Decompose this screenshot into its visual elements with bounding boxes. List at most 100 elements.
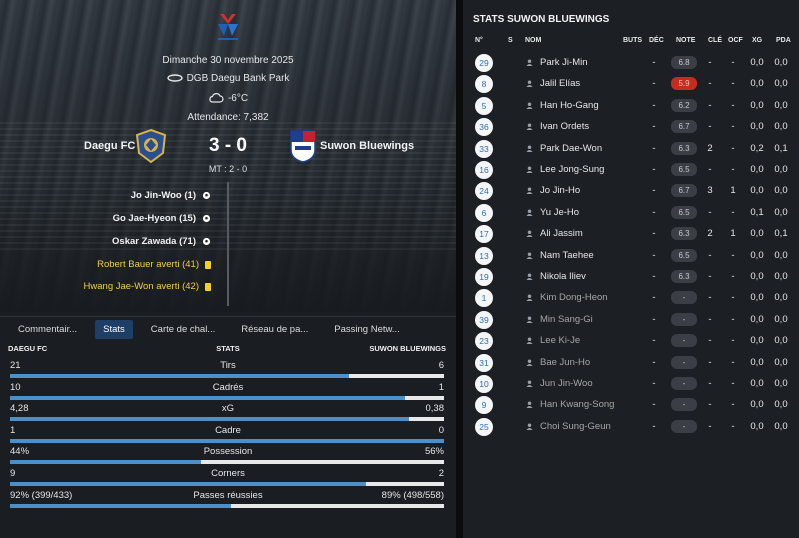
tab-item[interactable]: Réseau de pa... — [233, 320, 316, 339]
player-cle: - — [708, 420, 712, 432]
column-header[interactable]: OCF — [728, 37, 743, 44]
player-row[interactable]: 1 Kim Dong-Heon - - -0,0 0,0- — [463, 287, 799, 308]
player-row[interactable]: 6 Yu Je-Ho - - - 0,1 0,0 6.5 — [463, 202, 799, 223]
player-silhouette-icon — [526, 423, 533, 430]
player-cle: - — [708, 57, 712, 68]
player-dec: - — [652, 313, 656, 325]
player-row[interactable]: 25 Choi Sung-Geun - - -0,0 0,0- — [463, 416, 799, 437]
player-dec: - — [652, 420, 656, 432]
player-name[interactable]: Jalil Elías — [540, 78, 580, 89]
player-row[interactable]: 13 Nam Taehee - - - 0,0 0,0 6.5 — [463, 245, 799, 266]
player-name[interactable]: Bae Jun-Ho — [540, 357, 590, 368]
shirt-number: 33 — [475, 139, 493, 158]
column-header[interactable]: XG — [752, 37, 762, 44]
player-name[interactable]: Park Ji-Min — [540, 57, 588, 68]
player-silhouette-icon — [526, 80, 533, 88]
column-header[interactable]: DÉC — [649, 37, 664, 44]
player-ocf: - — [731, 378, 735, 389]
player-row[interactable]: 31 Bae Jun-Ho - - -0,0 0,0- — [463, 352, 799, 373]
player-dec: - — [652, 142, 656, 154]
match-venue: DGB Daegu Bank Park — [0, 73, 456, 84]
scoreline: 3 - 0 — [208, 135, 248, 156]
stat-bar — [10, 417, 444, 422]
events-divider — [227, 182, 229, 306]
player-row[interactable]: 5 Han Ho-Gang - - - 0,0 0,0 6.2 — [463, 95, 799, 116]
player-silhouette-icon — [526, 102, 533, 109]
player-name[interactable]: Park Dae-Won — [540, 143, 602, 154]
player-row[interactable]: 17 Ali Jassim - 2 1 0,0 0,1 6.3 — [463, 223, 799, 244]
player-ocf: - — [731, 399, 735, 411]
player-row[interactable]: 24 Jo Jin-Ho - 3 1 0,0 0,0 6.7 — [463, 180, 799, 201]
stat-row: 21 Tirs 6 — [0, 357, 456, 381]
player-silhouette-icon — [526, 316, 533, 323]
home-team-crest[interactable] — [134, 128, 168, 164]
shirt-number: 36 — [475, 118, 493, 137]
tab-item[interactable]: Carte de chal... — [143, 320, 223, 339]
player-name[interactable]: Nam Taehee — [540, 250, 594, 261]
column-header[interactable]: PDA — [776, 37, 791, 44]
stat-label: xG — [221, 403, 235, 415]
player-row[interactable]: 33 Park Dae-Won - 2 - 0,2 0,1 6.3 — [463, 138, 799, 159]
stat-away-value: 6 — [438, 360, 444, 371]
player-name[interactable]: Jo Jin-Ho — [540, 185, 580, 196]
player-name[interactable]: Kim Dong-Heon — [540, 292, 608, 303]
tab-item[interactable]: Commentair... — [10, 320, 85, 339]
tab-item[interactable]: Passing Netw... — [326, 320, 407, 339]
shirt-number: 24 — [475, 182, 493, 201]
player-ocf: - — [731, 99, 735, 111]
player-row[interactable]: 29 Park Ji-Min - - - 0,0 0,0 6.8 — [463, 52, 799, 73]
player-table-header: N° S NOM BUTS DÉC NOTE CLÉ OCF XG PDA — [463, 37, 799, 49]
column-header[interactable]: N° — [475, 37, 483, 44]
stat-row: 4,28 xG 0,38 — [0, 400, 456, 424]
player-dec: - — [652, 335, 656, 347]
player-row[interactable]: 8 Jalil Elías - - - 0,0 0,0 5.9 — [463, 73, 799, 94]
stat-label: Possession — [203, 446, 253, 458]
away-team-crest[interactable] — [286, 128, 320, 164]
player-row[interactable]: 19 Nikola Iliev - - - 0,0 0,0 6.3 — [463, 266, 799, 287]
player-name[interactable]: Ivan Ordets — [540, 121, 589, 132]
player-silhouette-icon — [526, 294, 533, 302]
stat-bar — [10, 482, 444, 486]
player-name[interactable]: Ali Jassim — [540, 228, 583, 239]
player-name[interactable]: Jun Jin-Woo — [540, 378, 593, 389]
player-row[interactable]: 16 Lee Jong-Sung - - - 0,0 0,0 6.5 — [463, 159, 799, 180]
player-row[interactable]: 36 Ivan Ordets - - - 0,0 0,0 6.7 — [463, 116, 799, 137]
stat-bar-home-fill — [10, 482, 366, 486]
player-name[interactable]: Han Kwang-Song — [540, 399, 614, 410]
player-row[interactable]: 9 Han Kwang-Song - - -0,0 0,0- — [463, 394, 799, 415]
home-team-name[interactable]: Daegu FC — [84, 140, 135, 152]
player-name[interactable]: Lee Jong-Sung — [540, 164, 604, 175]
player-cle: - — [708, 121, 712, 133]
stat-bar — [10, 395, 444, 400]
player-name[interactable]: Lee Ki-Je — [540, 335, 580, 346]
player-cle: - — [708, 164, 712, 175]
player-xg: 0,0 — [750, 249, 764, 261]
ball-icon — [202, 214, 211, 223]
stat-row: 92% (399/433) Passes réussies 89% (498/558… — [0, 487, 456, 511]
player-name[interactable]: Nikola Iliev — [540, 271, 586, 282]
away-team-name[interactable]: Suwon Bluewings — [320, 140, 414, 152]
player-rating: - — [671, 355, 697, 369]
player-name[interactable]: Yu Je-Ho — [540, 207, 579, 218]
column-header[interactable]: S — [508, 37, 513, 44]
stat-row: 44% Possession 56% — [0, 443, 456, 467]
player-silhouette-icon — [526, 187, 533, 195]
shirt-number: 9 — [475, 396, 493, 415]
column-header[interactable]: NOTE — [676, 37, 695, 44]
player-row[interactable]: 23 Lee Ki-Je - - -0,0 0,0- — [463, 330, 799, 351]
player-name[interactable]: Han Ho-Gang — [540, 100, 599, 111]
player-dec: - — [652, 292, 656, 304]
stat-row: 10 Cadrés 1 — [0, 379, 456, 403]
column-header[interactable]: CLÉ — [708, 37, 722, 44]
stats-header-away: SUWON BLUEWINGS — [369, 344, 446, 353]
player-dec: - — [652, 164, 656, 175]
player-name[interactable]: Choi Sung-Geun — [540, 421, 611, 432]
player-dec: - — [652, 249, 656, 261]
column-header[interactable]: NOM — [525, 37, 541, 44]
player-cle: - — [708, 399, 712, 411]
tab-item[interactable]: Stats — [95, 320, 133, 339]
player-row[interactable]: 39 Min Sang-Gi - - -0,0 0,0- — [463, 309, 799, 330]
column-header[interactable]: BUTS — [623, 37, 642, 44]
player-row[interactable]: 10 Jun Jin-Woo - - -0,0 0,0- — [463, 373, 799, 394]
player-name[interactable]: Min Sang-Gi — [540, 314, 593, 325]
